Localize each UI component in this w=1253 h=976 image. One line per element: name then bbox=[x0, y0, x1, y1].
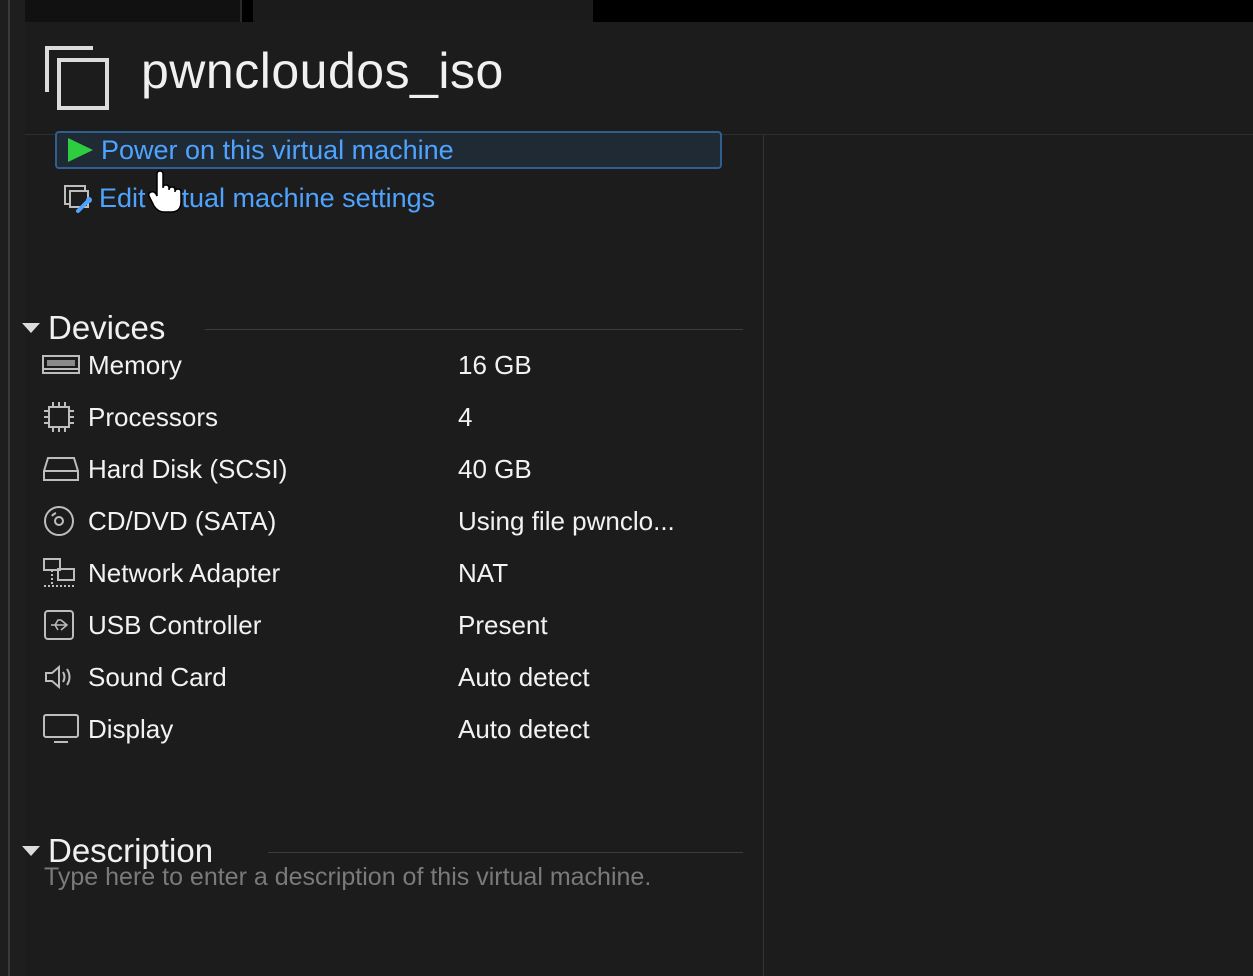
collapse-triangle-icon bbox=[22, 846, 40, 856]
device-value: 16 GB bbox=[458, 349, 532, 380]
panel-divider bbox=[763, 135, 764, 976]
device-value: NAT bbox=[458, 557, 509, 588]
vm-header: pwncloudos_iso bbox=[25, 22, 1253, 135]
devices-list: Memory 16 GB Processors 4 Hard Disk (SCS… bbox=[42, 339, 732, 755]
cd-dvd-icon bbox=[42, 503, 88, 539]
device-row-network-adapter[interactable]: Network Adapter NAT bbox=[42, 547, 732, 599]
description-divider bbox=[268, 852, 743, 853]
play-icon bbox=[63, 135, 97, 165]
device-value: Auto detect bbox=[458, 713, 590, 744]
devices-divider bbox=[205, 329, 743, 330]
device-name: Sound Card bbox=[88, 661, 227, 692]
processor-icon bbox=[42, 399, 88, 435]
device-value: 40 GB bbox=[458, 453, 532, 484]
tab-library[interactable] bbox=[25, 0, 242, 22]
device-row-memory[interactable]: Memory 16 GB bbox=[42, 339, 732, 391]
description-field[interactable]: Type here to enter a description of this… bbox=[44, 858, 684, 896]
device-name: USB Controller bbox=[88, 609, 262, 640]
device-name: CD/DVD (SATA) bbox=[88, 505, 277, 536]
power-on-button[interactable]: Power on this virtual machine bbox=[55, 131, 722, 169]
device-row-hard-disk[interactable]: Hard Disk (SCSI) 40 GB bbox=[42, 443, 732, 495]
edit-settings-button[interactable]: Edit virtual machine settings bbox=[55, 179, 435, 217]
left-window-edge bbox=[0, 0, 25, 976]
device-name: Processors bbox=[88, 401, 219, 432]
usb-icon bbox=[42, 607, 88, 643]
tab-vm[interactable] bbox=[253, 0, 593, 22]
monitor-icon bbox=[42, 711, 88, 747]
power-on-label: Power on this virtual machine bbox=[101, 134, 454, 165]
settings-wrench-icon bbox=[61, 183, 95, 213]
device-name: Memory bbox=[88, 349, 182, 380]
device-row-processors[interactable]: Processors 4 bbox=[42, 391, 732, 443]
device-name: Network Adapter bbox=[88, 557, 281, 588]
speaker-icon bbox=[42, 659, 88, 695]
device-value: Auto detect bbox=[458, 661, 590, 692]
network-adapter-icon bbox=[42, 555, 88, 591]
device-value: 4 bbox=[458, 401, 473, 432]
device-name: Hard Disk (SCSI) bbox=[88, 453, 288, 484]
memory-icon bbox=[42, 347, 88, 383]
device-row-cd-dvd[interactable]: CD/DVD (SATA) Using file pwnclo... bbox=[42, 495, 732, 547]
tab-bar bbox=[25, 0, 1253, 22]
device-row-display[interactable]: Display Auto detect bbox=[42, 703, 732, 755]
device-row-usb-controller[interactable]: USB Controller Present bbox=[42, 599, 732, 651]
hard-disk-icon bbox=[42, 451, 88, 487]
device-value: Present bbox=[458, 609, 548, 640]
hand-cursor-icon bbox=[148, 170, 182, 213]
device-row-sound-card[interactable]: Sound Card Auto detect bbox=[42, 651, 732, 703]
device-name: Display bbox=[88, 713, 174, 744]
vm-title: pwncloudos_iso bbox=[141, 43, 504, 99]
vm-icon bbox=[45, 46, 109, 110]
device-value: Using file pwnclo... bbox=[458, 505, 675, 536]
collapse-triangle-icon bbox=[22, 323, 40, 333]
